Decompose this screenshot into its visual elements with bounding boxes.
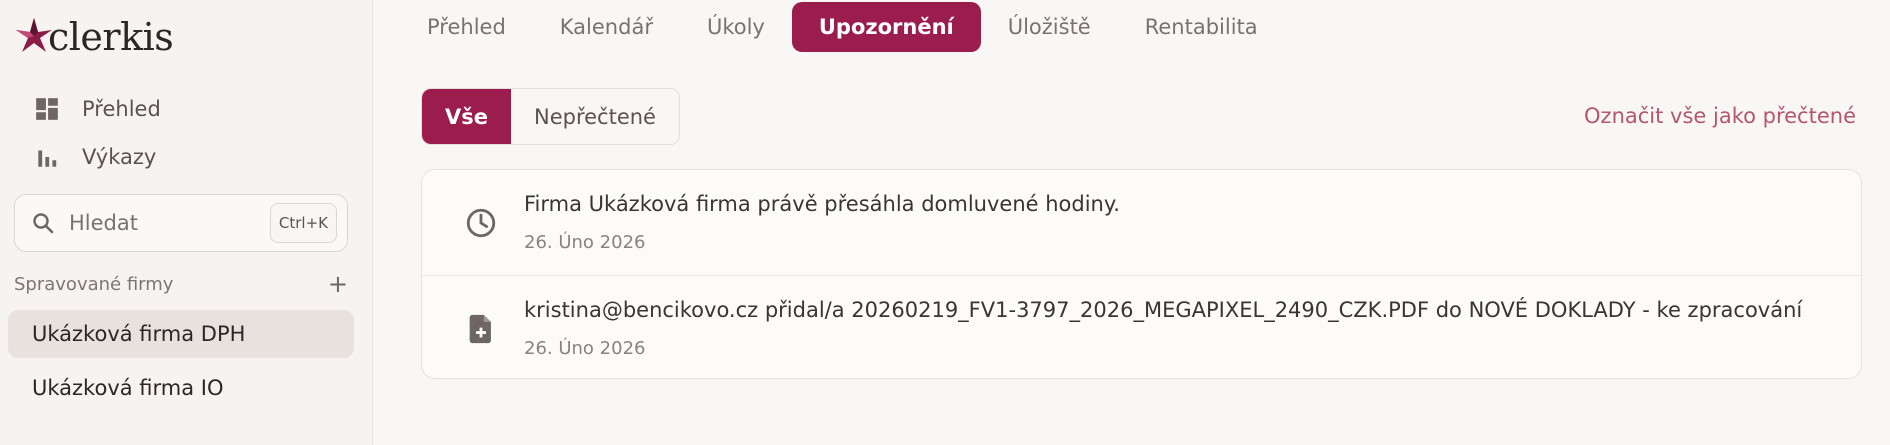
search-icon xyxy=(33,213,54,234)
notification-message: kristina@bencikovo.cz přidal/a 20260219_… xyxy=(524,298,1803,322)
sidebar-item-prehled[interactable]: Přehled xyxy=(34,96,161,122)
tab-bar: Přehled Kalendář Úkoly Upozornění Úložiš… xyxy=(400,2,1285,52)
clock-icon xyxy=(466,208,496,238)
tab-upozorneni[interactable]: Upozornění xyxy=(791,2,981,52)
filter-all-button[interactable]: Vše xyxy=(422,89,511,144)
filter-unread-button[interactable]: Nepřečtené xyxy=(511,89,679,144)
logo[interactable]: clerkis xyxy=(14,15,174,59)
sidebar: clerkis Přehled Výkazy Ctrl+K Spravované… xyxy=(0,0,373,445)
dashboard-icon xyxy=(36,98,58,120)
tab-kalendar[interactable]: Kalendář xyxy=(533,2,680,52)
notification-date: 26. Úno 2026 xyxy=(524,338,646,359)
logo-text: clerkis xyxy=(48,15,174,59)
mark-all-read-link[interactable]: Označit vše jako přečtené xyxy=(1584,104,1856,128)
sidebar-item-vykazy[interactable]: Výkazy xyxy=(34,144,156,170)
tab-prehled[interactable]: Přehled xyxy=(400,2,533,52)
add-firm-button[interactable]: + xyxy=(328,272,348,296)
tab-rentabilita[interactable]: Rentabilita xyxy=(1118,2,1285,52)
notification-list: Firma Ukázková firma právě přesáhla doml… xyxy=(421,169,1862,379)
filter-segment: Vše Nepřečtené xyxy=(421,88,680,145)
notification-date: 26. Úno 2026 xyxy=(524,232,646,253)
file-add-icon xyxy=(469,314,491,344)
tab-uloziste[interactable]: Úložiště xyxy=(981,2,1118,52)
notification-message: Firma Ukázková firma právě přesáhla doml… xyxy=(524,192,1120,216)
search-input[interactable] xyxy=(69,211,269,235)
bar-chart-icon xyxy=(38,150,57,167)
sidebar-item-label: Přehled xyxy=(82,97,161,121)
firm-label: Ukázková firma IO xyxy=(32,376,224,400)
notification-item[interactable]: kristina@bencikovo.cz přidal/a 20260219_… xyxy=(422,275,1861,378)
sidebar-item-label: Výkazy xyxy=(82,145,157,169)
tab-ukoly[interactable]: Úkoly xyxy=(680,2,792,52)
firm-item-io[interactable]: Ukázková firma IO xyxy=(8,364,354,412)
managed-firms-label: Spravované firmy xyxy=(14,273,174,295)
search-box[interactable]: Ctrl+K xyxy=(14,194,348,252)
notification-item[interactable]: Firma Ukázková firma právě přesáhla doml… xyxy=(422,170,1861,275)
firm-item-dph[interactable]: Ukázková firma DPH xyxy=(8,310,354,358)
firm-label: Ukázková firma DPH xyxy=(32,322,246,346)
managed-firms-header: Spravované firmy + xyxy=(14,272,348,296)
shortcut-badge: Ctrl+K xyxy=(269,203,337,243)
